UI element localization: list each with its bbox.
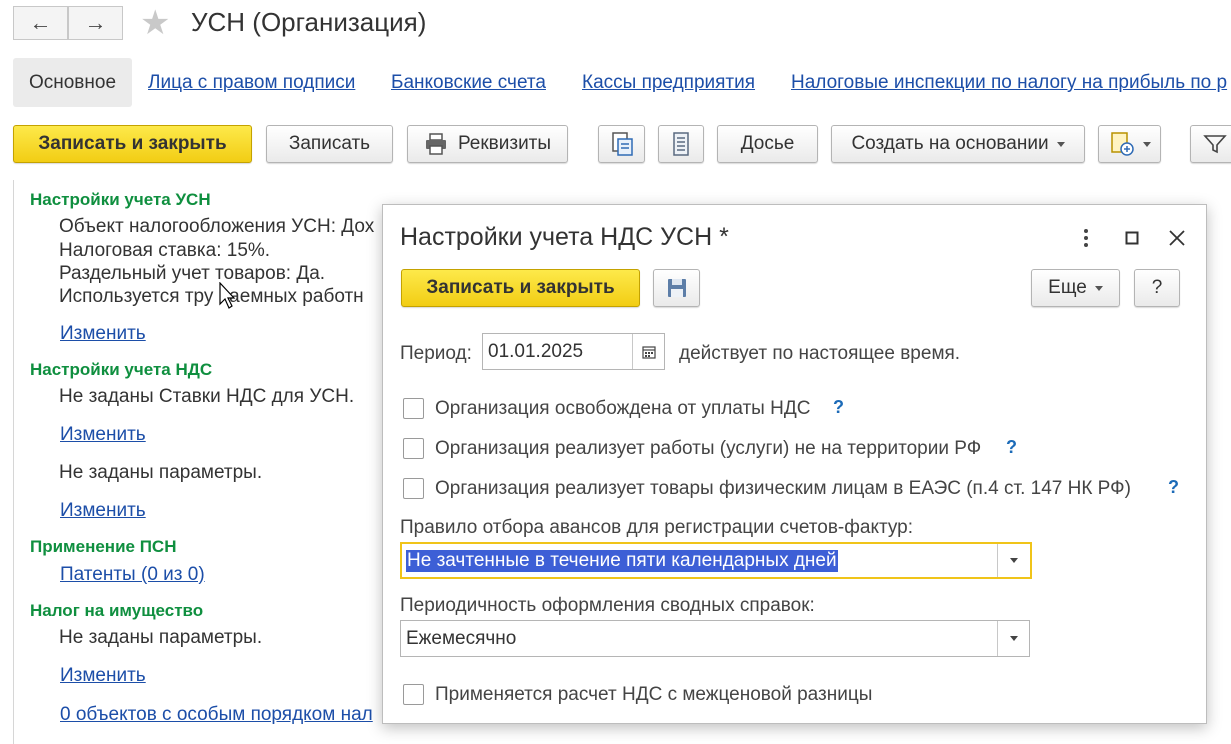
usn-separate-accounting: Раздельный учет товаров: Да. <box>59 263 326 284</box>
vat-exempt-label: Организация освобождена от уплаты НДС <box>435 398 811 419</box>
vat-settings-header: Настройки учета НДС <box>30 360 213 379</box>
chevron-down-icon <box>1056 141 1065 147</box>
special-objects-link[interactable]: 0 объектов с особым порядком нал <box>60 704 373 726</box>
advance-rule-label: Правило отбора авансов для регистрации с… <box>400 517 914 538</box>
chevron-down-icon <box>1142 141 1151 147</box>
mouse-cursor-icon <box>219 282 236 309</box>
usn-settings-header: Настройки учета УСН <box>30 190 211 209</box>
help-button[interactable]: ? <box>1134 269 1180 307</box>
margin-vat-checkbox[interactable] <box>403 684 424 705</box>
dialog-save-close-button[interactable]: Записать и закрыть <box>401 269 640 307</box>
period-suffix: действует по настоящее время. <box>679 343 961 364</box>
eaeu-sales-label: Организация реализует товары физическим … <box>435 478 1131 499</box>
vat-settings-dialog: Настройки учета НДС УСН * Записать и зак… <box>382 204 1207 724</box>
requisites-label: Реквизиты <box>457 133 552 154</box>
attachment-document-icon <box>1110 132 1134 156</box>
tab-main[interactable]: Основное <box>13 58 132 107</box>
tab-tax-inspections[interactable]: Налоговые инспекции по налогу на прибыль… <box>791 72 1227 94</box>
document-structure-icon <box>611 132 633 156</box>
period-label: Период: <box>400 343 472 364</box>
favorite-star-icon[interactable]: ★ <box>140 6 170 40</box>
tab-signers[interactable]: Лица с правом подписи <box>148 72 355 94</box>
tab-bank-accounts[interactable]: Банковские счета <box>391 72 546 94</box>
more-actions-icon[interactable] <box>1071 223 1101 253</box>
periodicity-label: Периодичность оформления сводных справок… <box>400 595 815 616</box>
margin-vat-label: Применяется расчет НДС с межценовой разн… <box>435 684 873 705</box>
usn-tax-object: Объект налогообложения УСН: Дох <box>59 216 375 237</box>
advance-rule-value: Не зачтенные в течение пяти календарных … <box>406 549 838 572</box>
foreign-services-checkbox[interactable] <box>403 438 424 459</box>
maximize-icon[interactable] <box>1117 223 1147 253</box>
foreign-services-help-icon[interactable]: ? <box>1006 437 1017 458</box>
foreign-services-label: Организация реализует работы (услуги) не… <box>435 438 982 459</box>
dialog-title: Настройки учета НДС УСН * <box>400 223 729 251</box>
usn-tax-rate: Налоговая ставка: 15%. <box>59 240 271 261</box>
close-icon[interactable] <box>1162 223 1192 253</box>
periodicity-value: Ежемесячно <box>406 627 517 649</box>
attach-file-button[interactable] <box>1098 125 1161 163</box>
arrow-right-icon: → <box>84 10 107 35</box>
psn-header: Применение ПСН <box>30 537 177 556</box>
periodicity-select[interactable]: Ежемесячно <box>400 620 1030 657</box>
content-border <box>13 180 14 744</box>
chevron-down-icon <box>1094 285 1103 291</box>
calendar-icon[interactable] <box>632 334 664 369</box>
vat-rates-status: Не заданы Ставки НДС для УСН. <box>59 386 355 407</box>
back-button[interactable]: ← <box>13 6 68 40</box>
dropdown-arrow-icon[interactable] <box>997 544 1030 577</box>
property-tax-header: Налог на имущество <box>30 601 204 620</box>
vat-exempt-help-icon[interactable]: ? <box>833 397 844 418</box>
usn-employees: Используется тру наемных работн <box>59 286 364 307</box>
requisites-button[interactable]: Реквизиты <box>407 125 568 163</box>
eaeu-sales-checkbox[interactable] <box>403 478 424 499</box>
list-button[interactable] <box>658 125 704 163</box>
change-vat-link[interactable]: Изменить <box>60 424 146 446</box>
printer-icon <box>425 133 446 155</box>
dropdown-arrow-icon[interactable] <box>997 621 1029 656</box>
property-tax-status: Не заданы параметры. <box>59 627 263 648</box>
dialog-save-button[interactable] <box>653 269 700 307</box>
change-usn-link[interactable]: Изменить <box>60 323 146 345</box>
forward-button[interactable]: → <box>68 6 123 40</box>
advance-rule-select[interactable]: Не зачтенные в течение пяти календарных … <box>400 542 1032 579</box>
dialog-more-button[interactable]: Еще <box>1031 269 1120 307</box>
change-property-link[interactable]: Изменить <box>60 665 146 687</box>
tab-cash-desks[interactable]: Кассы предприятия <box>582 72 755 94</box>
filter-button[interactable] <box>1190 125 1231 163</box>
change-params-link[interactable]: Изменить <box>60 500 146 522</box>
params-status: Не заданы параметры. <box>59 462 263 483</box>
patents-link[interactable]: Патенты (0 из 0) <box>60 564 205 586</box>
eaeu-sales-help-icon[interactable]: ? <box>1168 477 1179 498</box>
document-flow-button[interactable] <box>598 125 645 163</box>
vat-exempt-checkbox[interactable] <box>403 398 424 419</box>
create-based-on-button[interactable]: Создать на основании <box>831 125 1085 163</box>
list-document-icon <box>673 132 689 156</box>
dossier-button[interactable]: Досье <box>717 125 818 163</box>
filter-icon <box>1203 135 1227 154</box>
more-label: Еще <box>1048 277 1087 298</box>
period-date-input[interactable]: 01.01.2025 <box>482 333 665 370</box>
window-title: УСН (Организация) <box>191 7 427 37</box>
period-date-value: 01.01.2025 <box>488 340 584 362</box>
floppy-disk-icon <box>667 279 686 297</box>
arrow-left-icon: ← <box>29 10 52 35</box>
save-and-close-button[interactable]: Записать и закрыть <box>13 125 252 163</box>
save-button[interactable]: Записать <box>266 125 393 163</box>
create-based-on-label: Создать на основании <box>851 133 1049 154</box>
